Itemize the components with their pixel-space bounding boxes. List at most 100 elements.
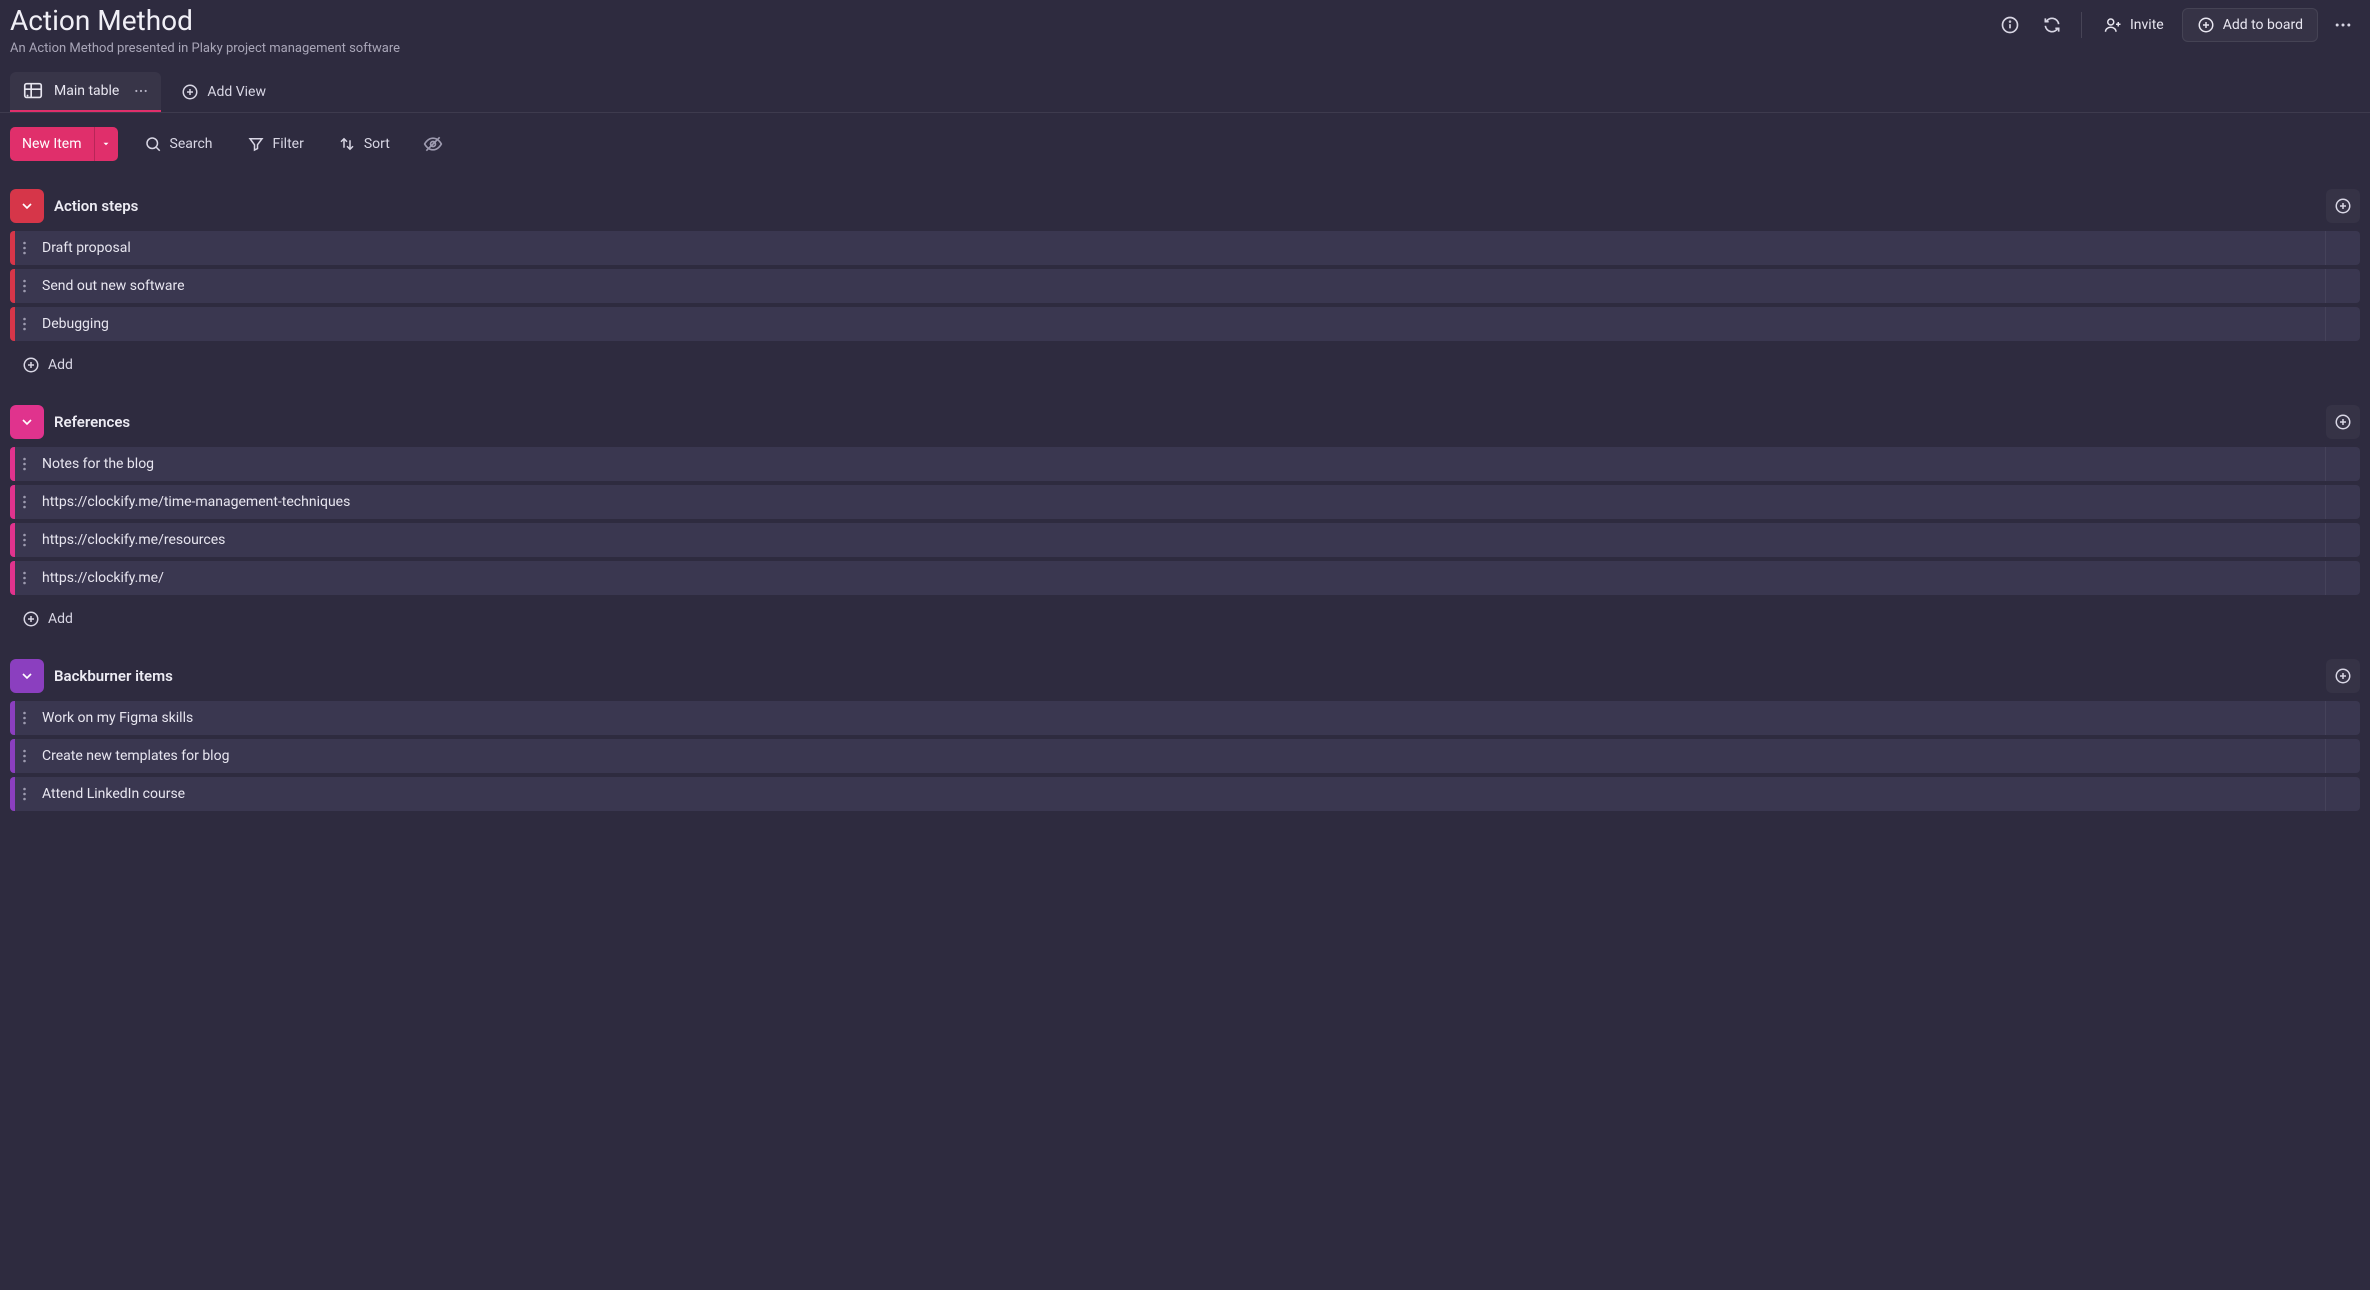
group-collapse-toggle[interactable]	[10, 189, 44, 223]
new-item-dropdown[interactable]	[94, 127, 118, 161]
table-row[interactable]: https://clockify.me/	[10, 561, 2360, 595]
plus-circle-icon	[2197, 16, 2215, 34]
row-trailing-cell[interactable]	[2326, 307, 2360, 341]
item-name: Notes for the blog	[42, 456, 154, 472]
drag-dots-icon	[22, 532, 32, 548]
drag-handle[interactable]	[18, 786, 36, 802]
table-row[interactable]: Draft proposal	[10, 231, 2360, 265]
drag-handle[interactable]	[18, 240, 36, 256]
table-row[interactable]: https://clockify.me/time-management-tech…	[10, 485, 2360, 519]
filter-button[interactable]: Filter	[239, 127, 312, 161]
item-name-cell[interactable]: Create new templates for blog	[42, 739, 2326, 773]
group-add-column-button[interactable]	[2326, 189, 2360, 223]
tab-more-icon[interactable]	[129, 83, 149, 99]
info-icon[interactable]	[1993, 8, 2027, 42]
drag-dots-icon	[22, 278, 32, 294]
item-name-cell[interactable]: https://clockify.me/resources	[42, 523, 2326, 557]
drag-handle[interactable]	[18, 710, 36, 726]
board-header-left: Action Method An Action Method presented…	[10, 4, 400, 56]
group-collapse-toggle[interactable]	[10, 405, 44, 439]
hide-columns-button[interactable]	[416, 127, 450, 161]
row-trailing-cell[interactable]	[2326, 777, 2360, 811]
item-name-cell[interactable]: Notes for the blog	[42, 447, 2326, 481]
drag-handle[interactable]	[18, 278, 36, 294]
table-row[interactable]: Create new templates for blog	[10, 739, 2360, 773]
row-trailing-cell[interactable]	[2326, 447, 2360, 481]
group-collapse-toggle[interactable]	[10, 659, 44, 693]
table-row[interactable]: Notes for the blog	[10, 447, 2360, 481]
item-name: Work on my Figma skills	[42, 710, 193, 726]
drag-dots-icon	[22, 240, 32, 256]
group-title[interactable]: Backburner items	[54, 667, 173, 685]
board-subtitle[interactable]: An Action Method presented in Plaky proj…	[10, 41, 400, 56]
table-view-icon	[22, 80, 44, 102]
drag-handle[interactable]	[18, 456, 36, 472]
drag-dots-icon	[22, 786, 32, 802]
item-name-cell[interactable]: https://clockify.me/	[42, 561, 2326, 595]
group-add-column-button[interactable]	[2326, 405, 2360, 439]
table-row[interactable]: Debugging	[10, 307, 2360, 341]
row-trailing-cell[interactable]	[2326, 523, 2360, 557]
row-trailing-cell[interactable]	[2326, 561, 2360, 595]
drag-handle[interactable]	[18, 532, 36, 548]
add-view-button[interactable]: Add View	[171, 74, 276, 110]
item-name-cell[interactable]: Work on my Figma skills	[42, 701, 2326, 735]
eye-off-icon	[423, 134, 443, 154]
group-header-left: Backburner items	[10, 659, 173, 693]
invite-button[interactable]: Invite	[2094, 8, 2174, 42]
group-references: References Notes for the blog https://cloc…	[10, 405, 2360, 633]
group-title[interactable]: Action steps	[54, 197, 138, 215]
add-to-board-button[interactable]: Add to board	[2182, 8, 2318, 42]
item-name-cell[interactable]: Debugging	[42, 307, 2326, 341]
item-name-cell[interactable]: Send out new software	[42, 269, 2326, 303]
row-trailing-cell[interactable]	[2326, 269, 2360, 303]
item-name-cell[interactable]: Draft proposal	[42, 231, 2326, 265]
add-item-label: Add	[48, 611, 73, 627]
board-more-button[interactable]	[2326, 8, 2360, 42]
sort-button[interactable]: Sort	[330, 127, 398, 161]
new-item-button[interactable]: New Item	[10, 127, 118, 161]
drag-dots-icon	[22, 710, 32, 726]
row-trailing-cell[interactable]	[2326, 485, 2360, 519]
plus-circle-icon	[2334, 667, 2352, 685]
table-row[interactable]: Send out new software	[10, 269, 2360, 303]
views-bar: Main table Add View	[0, 56, 2370, 113]
table-row[interactable]: Attend LinkedIn course	[10, 777, 2360, 811]
table-row[interactable]: Work on my Figma skills	[10, 701, 2360, 735]
table-row[interactable]: https://clockify.me/resources	[10, 523, 2360, 557]
item-name: Debugging	[42, 316, 109, 332]
group-header: Backburner items	[10, 659, 2360, 693]
row-trailing-cell[interactable]	[2326, 231, 2360, 265]
board-title[interactable]: Action Method	[10, 4, 400, 37]
refresh-icon[interactable]	[2035, 8, 2069, 42]
group-add-column-button[interactable]	[2326, 659, 2360, 693]
drag-handle[interactable]	[18, 494, 36, 510]
item-name-cell[interactable]: Attend LinkedIn course	[42, 777, 2326, 811]
search-button[interactable]: Search	[136, 127, 221, 161]
drag-handle[interactable]	[18, 570, 36, 586]
drag-dots-icon	[22, 748, 32, 764]
plus-circle-icon	[22, 356, 40, 374]
invite-icon	[2104, 16, 2122, 34]
row-trailing-cell[interactable]	[2326, 701, 2360, 735]
group-title[interactable]: References	[54, 413, 130, 431]
sort-icon	[338, 135, 356, 153]
row-trailing-cell[interactable]	[2326, 739, 2360, 773]
toolbar: New Item Search Filter Sort	[0, 113, 2370, 171]
tab-main-table[interactable]: Main table	[10, 72, 161, 112]
drag-dots-icon	[22, 570, 32, 586]
plus-circle-icon	[181, 83, 199, 101]
group-header: References	[10, 405, 2360, 439]
add-item-button[interactable]: Add	[10, 347, 83, 379]
item-name: Create new templates for blog	[42, 748, 229, 764]
add-item-button[interactable]: Add	[10, 601, 83, 633]
item-name: https://clockify.me/	[42, 570, 164, 586]
item-name: Attend LinkedIn course	[42, 786, 185, 802]
sort-label: Sort	[364, 136, 390, 152]
drag-handle[interactable]	[18, 316, 36, 332]
item-name-cell[interactable]: https://clockify.me/time-management-tech…	[42, 485, 2326, 519]
plus-circle-icon	[2334, 413, 2352, 431]
item-name: Draft proposal	[42, 240, 131, 256]
drag-handle[interactable]	[18, 748, 36, 764]
chevron-down-icon	[19, 414, 35, 430]
